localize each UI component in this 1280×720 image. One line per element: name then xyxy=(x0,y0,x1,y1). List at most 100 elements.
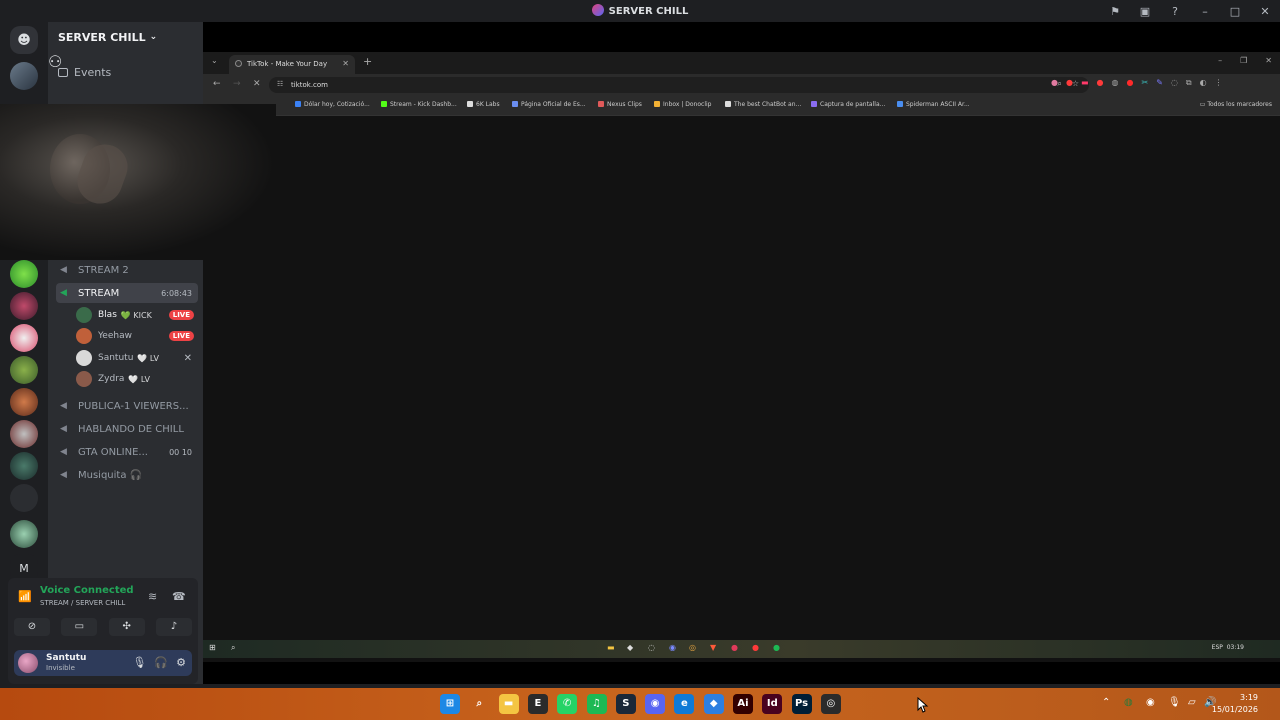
address-bar[interactable]: ☷ tiktok.com ⌕ ☆ xyxy=(269,77,1089,93)
photoshop-icon[interactable]: Ps xyxy=(791,694,812,714)
browser-minimize-icon[interactable]: – xyxy=(1218,56,1222,65)
inbox-flag-icon[interactable]: ⚑ xyxy=(1100,5,1130,18)
indesign-icon[interactable]: Id xyxy=(762,694,783,714)
bookmark-item[interactable]: Inbox | Donoclip xyxy=(654,101,711,108)
extension-icon-6[interactable]: ● xyxy=(1127,78,1134,88)
extension-icon-7[interactable]: ✂ xyxy=(1141,78,1148,88)
channel-stream-2[interactable]: ◀ STREAM 2 xyxy=(56,260,198,280)
user-panel[interactable]: Santutu Invisible 🎙 🎧 ⚙ xyxy=(14,650,192,676)
noise-suppression-icon[interactable]: ≋ xyxy=(148,590,157,603)
server-folder-icon[interactable] xyxy=(10,484,38,512)
store-icon[interactable]: ◆ xyxy=(703,694,724,714)
live-badge: LIVE xyxy=(168,310,194,320)
new-tab-button[interactable]: + xyxy=(363,55,372,68)
channel-hablando-de-chill[interactable]: ◀ HABLANDO DE CHILL xyxy=(56,419,198,439)
bookmark-item[interactable]: Página Oficial de Es... xyxy=(512,101,586,108)
bookmark-item[interactable]: 6K Labs xyxy=(467,101,500,108)
steam-icon[interactable]: S xyxy=(615,694,636,714)
tab-search-icon[interactable]: ⌄ xyxy=(211,56,218,65)
server-icon-9[interactable] xyxy=(10,520,38,548)
bookmark-item[interactable]: Spiderman ASCII Ar... xyxy=(897,101,970,108)
extension-icon-5[interactable]: ◍ xyxy=(1112,78,1119,88)
extension-icon-3[interactable]: ▬ xyxy=(1081,78,1089,88)
channel-gta-online[interactable]: ◀ GTA ONLINE... 00 10 xyxy=(56,442,198,462)
extension-icon-9[interactable]: ◌ xyxy=(1171,78,1178,88)
epic-games-icon[interactable]: E xyxy=(527,694,548,714)
bookmark-item[interactable]: Stream - Kick Dashb... xyxy=(381,101,457,108)
activities-button[interactable]: ✣ xyxy=(108,618,145,636)
extension-icon-4[interactable]: ● xyxy=(1097,78,1104,88)
server-icon-1[interactable] xyxy=(10,62,38,90)
microphone-icon[interactable]: 🎙 xyxy=(132,656,146,669)
voice-member-santutu[interactable]: Santutu 🤍 LV ✕ xyxy=(76,348,194,368)
bookmark-item[interactable]: Nexus Clips xyxy=(598,101,642,108)
server-icon-8[interactable] xyxy=(10,452,38,480)
voice-member-blas[interactable]: Blas 💚 KICK LIVE xyxy=(76,305,194,325)
bookmark-item[interactable]: The best ChatBot an... xyxy=(725,101,801,108)
bookmark-item[interactable]: Captura de pantalla... xyxy=(811,101,885,108)
edge-icon[interactable]: e xyxy=(674,694,695,714)
microphone-icon[interactable]: 🎙 xyxy=(1168,697,1181,708)
server-icon-5[interactable] xyxy=(10,356,38,384)
server-icon-7[interactable] xyxy=(10,420,38,448)
server-icon-2[interactable] xyxy=(10,260,38,288)
camera-off-button[interactable]: ⊘ xyxy=(14,618,50,636)
inbox-icon[interactable]: ▣ xyxy=(1130,5,1160,18)
system-clock[interactable]: 3:19 15/01/2026 xyxy=(1212,692,1258,716)
extension-icon-2[interactable]: ● xyxy=(1066,78,1073,88)
server-icon-6[interactable] xyxy=(10,388,38,416)
chrome-icon[interactable]: ◎ xyxy=(820,694,841,714)
site-info-icon[interactable]: ☷ xyxy=(277,80,283,88)
illustrator-icon[interactable]: Ai xyxy=(733,694,753,714)
gear-icon[interactable]: ⚙ xyxy=(176,656,186,669)
server-icon-3[interactable] xyxy=(10,292,38,320)
stop-loading-icon[interactable]: ✕ xyxy=(253,79,261,89)
all-bookmarks-folder[interactable]: ▭ Todos los marcadores xyxy=(1200,101,1272,108)
channel-musiquita[interactable]: ◀ Musiquita 🎧 xyxy=(56,465,198,485)
minimize-button[interactable]: – xyxy=(1190,5,1220,18)
soundboard-button[interactable]: ♪ xyxy=(155,618,192,636)
profile-icon[interactable]: ◐ xyxy=(1200,78,1207,88)
close-tab-icon[interactable]: ✕ xyxy=(342,59,349,68)
search-icon[interactable]: ⌕ xyxy=(469,694,489,714)
tray-app-icon[interactable]: ◉ xyxy=(1146,697,1155,708)
channel-publica[interactable]: ◀ PUBLICA-1 VIEWERS... xyxy=(56,396,198,416)
server-icon-4[interactable] xyxy=(10,324,38,352)
close-button[interactable]: ✕ xyxy=(1250,5,1280,18)
back-icon[interactable]: ← xyxy=(213,79,221,89)
file-explorer-icon[interactable]: ▬ xyxy=(498,694,519,714)
browser-restore-icon[interactable]: ❐ xyxy=(1240,56,1247,65)
server-header[interactable]: SERVER CHILL ⌄ xyxy=(48,22,203,52)
speaker-icon: ◀ xyxy=(60,288,67,298)
tray-app-icon[interactable]: ◍ xyxy=(1124,697,1133,708)
forward-icon[interactable]: → xyxy=(233,79,241,89)
stream-view[interactable]: ⌄ TikTok - Make Your Day ✕ + – ❐ ✕ ← → ✕ ☷… xyxy=(203,22,1280,684)
connection-signal-icon[interactable]: 📶 xyxy=(18,590,32,603)
screen-share-button[interactable]: ▭ xyxy=(61,618,98,636)
headphones-icon[interactable]: 🎧 xyxy=(154,656,168,669)
disconnect-icon[interactable]: ☎ xyxy=(172,590,186,603)
extension-icon-1[interactable]: ● xyxy=(1051,78,1058,88)
discord-icon[interactable]: ◉ xyxy=(645,694,666,714)
page-content[interactable] xyxy=(203,116,1280,662)
maximize-button[interactable]: □ xyxy=(1220,5,1250,18)
bookmark-item[interactable]: Dólar hoy, Cotizació... xyxy=(295,101,370,108)
extension-icon-8[interactable]: ✎ xyxy=(1156,78,1163,88)
spotify-icon[interactable]: ♫ xyxy=(586,694,607,714)
wifi-icon[interactable]: ▱ xyxy=(1188,697,1196,708)
voice-member-zydra[interactable]: Zydra 🤍 LV xyxy=(76,369,194,389)
events-link[interactable]: Events xyxy=(58,66,111,79)
browser-tab[interactable]: TikTok - Make Your Day ✕ xyxy=(229,55,355,74)
voice-channel-label[interactable]: STREAM / SERVER CHILL xyxy=(40,599,125,607)
channel-stream[interactable]: ◀ STREAM 6:08:43 xyxy=(56,283,198,303)
whatsapp-icon[interactable]: ✆ xyxy=(557,694,578,714)
browser-close-icon[interactable]: ✕ xyxy=(1265,56,1272,65)
chevron-up-icon[interactable]: ⌃ xyxy=(1102,697,1110,708)
windows-start-icon[interactable]: ⊞ xyxy=(440,694,460,714)
extensions-puzzle-icon[interactable]: ⧉ xyxy=(1186,78,1192,88)
help-icon[interactable]: ? xyxy=(1160,5,1190,18)
voice-member-yeehaw[interactable]: Yeehaw LIVE xyxy=(76,326,194,346)
browser-menu-icon[interactable]: ⋮ xyxy=(1215,78,1223,88)
discord-home-icon[interactable]: ☻ xyxy=(10,26,38,54)
live-badge: LIVE xyxy=(168,331,194,341)
